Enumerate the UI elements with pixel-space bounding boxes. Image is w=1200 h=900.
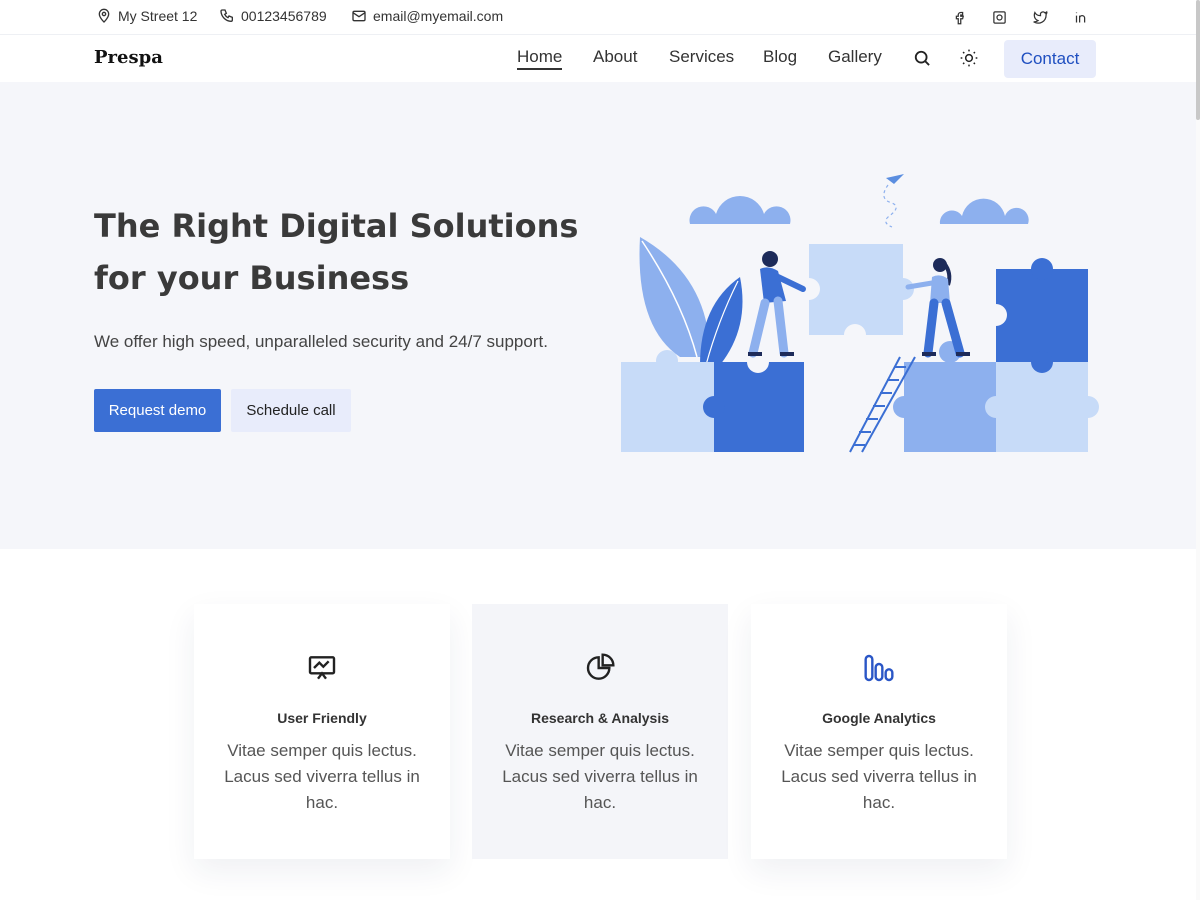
main-navigation: Prespa Home About Services Blog Gallery … <box>0 35 1200 82</box>
puzzle-piece-blue-1 <box>714 362 804 452</box>
feature-description: Vitae semper quis lectus. Lacus sed vive… <box>781 741 977 812</box>
address-item: My Street 12 <box>96 8 197 24</box>
puzzle-piece-light-1 <box>621 362 714 452</box>
analytics-bars-icon <box>864 654 894 682</box>
feature-title: User Friendly <box>277 710 367 726</box>
cloud-right <box>939 198 1029 224</box>
address-text: My Street 12 <box>118 8 198 24</box>
location-pin-icon <box>98 8 110 23</box>
phone-text: 00123456789 <box>241 8 327 24</box>
puzzle-teamwork-illustration <box>621 174 1099 453</box>
nav-link-services[interactable]: Services <box>669 47 734 67</box>
puzzle-piece-held <box>809 244 903 335</box>
email-item: email@myemail.com <box>351 8 503 24</box>
hero-title: The Right Digital Solutions for your Bus… <box>94 207 579 297</box>
puzzle-piece-blue-2 <box>996 269 1088 362</box>
hero-subtitle: We offer high speed, unparalleled securi… <box>94 332 548 351</box>
nav-link-gallery[interactable]: Gallery <box>828 47 882 67</box>
phone-icon <box>220 9 233 23</box>
linkedin-icon[interactable] <box>1072 8 1090 26</box>
feature-card-research-analysis: Research & Analysis Vitae semper quis le… <box>472 604 728 859</box>
request-demo-button[interactable]: Request demo <box>94 389 221 432</box>
cloud-left <box>689 196 796 224</box>
feature-title: Research & Analysis <box>531 710 669 726</box>
feature-description: Vitae semper quis lectus. Lacus sed vive… <box>224 741 420 812</box>
theme-toggle-sun-icon[interactable] <box>959 48 979 68</box>
top-bar: My Street 12 00123456789 email@myemail.c… <box>0 0 1200 35</box>
phone-item: 00123456789 <box>219 8 327 24</box>
puzzle-piece-mid-1 <box>904 362 996 452</box>
search-icon[interactable] <box>912 48 932 68</box>
hero-section: The Right Digital Solutions for your Bus… <box>0 82 1200 549</box>
page-scrollbar[interactable] <box>1196 0 1200 900</box>
mail-icon <box>352 10 366 22</box>
puzzle-piece-light-2 <box>996 362 1088 452</box>
schedule-call-button[interactable]: Schedule call <box>231 389 351 432</box>
pie-chart-icon <box>586 653 615 680</box>
nav-link-home[interactable]: Home <box>517 47 563 70</box>
nav-link-blog[interactable]: Blog <box>763 47 797 67</box>
paper-plane <box>886 174 904 184</box>
nav-link-about[interactable]: About <box>593 47 637 67</box>
feature-description: Vitae semper quis lectus. Lacus sed vive… <box>502 741 698 812</box>
email-text: email@myemail.com <box>373 8 504 24</box>
feature-card-google-analytics: Google Analytics Vitae semper quis lectu… <box>751 604 1007 859</box>
brand-logo[interactable]: Prespa <box>94 47 163 68</box>
twitter-icon[interactable] <box>1031 8 1049 26</box>
instagram-icon[interactable] <box>990 8 1008 26</box>
woman-figure <box>905 258 970 358</box>
presentation-chart-icon <box>308 656 336 680</box>
man-figure <box>748 251 806 358</box>
contact-button[interactable]: Contact <box>1004 40 1096 78</box>
scrollbar-thumb[interactable] <box>1196 0 1200 120</box>
leaf-small <box>700 277 743 365</box>
facebook-icon[interactable] <box>950 8 968 26</box>
feature-title: Google Analytics <box>822 710 936 726</box>
feature-card-user-friendly: User Friendly Vitae semper quis lectus. … <box>194 604 450 859</box>
